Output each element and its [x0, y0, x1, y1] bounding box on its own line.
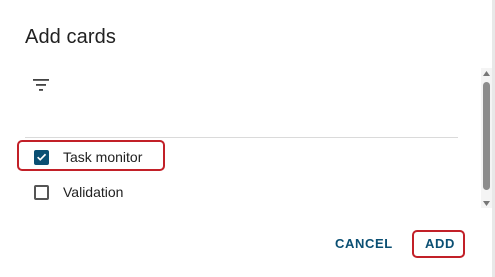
- filter-button[interactable]: [30, 74, 52, 96]
- dialog-title: Add cards: [25, 26, 116, 48]
- scroll-down-arrow-icon[interactable]: [481, 198, 492, 208]
- filter-list-icon: [33, 79, 49, 91]
- card-option-validation[interactable]: Validation: [34, 182, 123, 202]
- add-button[interactable]: ADD: [425, 236, 455, 251]
- divider: [25, 137, 458, 138]
- add-cards-dialog: Add cards Task monitor Validation CANCEL…: [0, 0, 495, 277]
- card-option-task-monitor[interactable]: Task monitor: [34, 147, 142, 167]
- task-monitor-checkbox[interactable]: [34, 149, 49, 165]
- cancel-button[interactable]: CANCEL: [335, 236, 393, 251]
- scroll-up-arrow-icon[interactable]: [481, 68, 492, 78]
- card-label: Validation: [63, 184, 124, 200]
- scrollbar[interactable]: [481, 68, 492, 208]
- card-label: Task monitor: [63, 149, 143, 165]
- checkmark-icon: [37, 153, 47, 161]
- validation-checkbox[interactable]: [34, 184, 49, 200]
- scrollbar-thumb[interactable]: [483, 82, 490, 190]
